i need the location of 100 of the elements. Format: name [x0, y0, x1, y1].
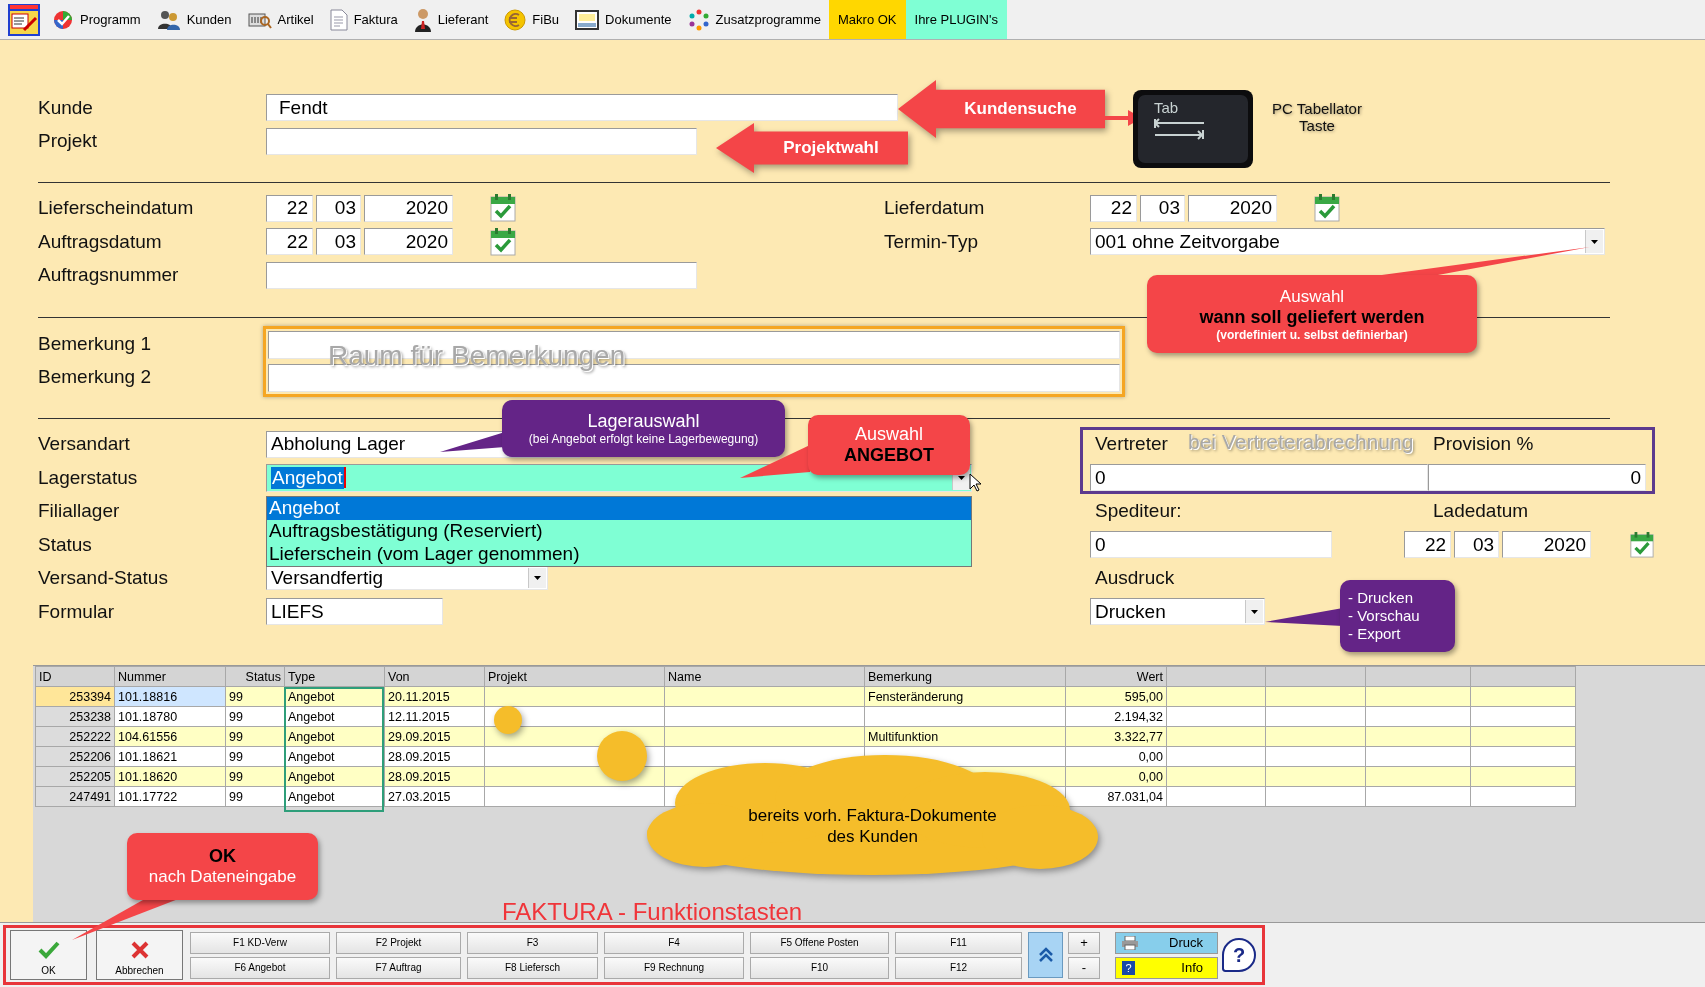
zoom-button[interactable]: +	[1068, 931, 1100, 954]
field-label: Versand-Status	[38, 567, 168, 588]
month-field[interactable]: 03	[316, 194, 361, 222]
scroll-up-button[interactable]	[1028, 932, 1063, 978]
field-label: Lieferdatum	[884, 197, 985, 218]
calendar-icon[interactable]	[1629, 529, 1655, 560]
dropdown-field[interactable]: Drucken	[1090, 598, 1265, 625]
info-button[interactable]: ? Info	[1115, 956, 1218, 979]
text-field[interactable]: 0	[1090, 464, 1428, 491]
callout-title: Lagerauswahl	[587, 411, 700, 432]
function-key-button[interactable]: F11	[895, 931, 1022, 954]
zoom-button[interactable]: -	[1068, 956, 1100, 979]
function-key-button[interactable]: F12	[895, 956, 1022, 979]
field-label: Spediteur:	[1095, 500, 1182, 521]
callout-text: nach Dateneingabe	[148, 867, 297, 887]
print-button[interactable]: Druck	[1115, 931, 1218, 954]
function-key-button[interactable]: F8 Liefersch	[467, 956, 598, 979]
cursor-icon	[969, 472, 981, 492]
table-cell: 247491	[35, 786, 115, 807]
close-icon	[130, 941, 149, 959]
function-key-button[interactable]: F4	[604, 931, 744, 954]
dropdown-field[interactable]: Versandfertig	[266, 566, 548, 590]
day-field[interactable]: 22	[266, 194, 313, 222]
text-field[interactable]	[266, 261, 697, 289]
column-header[interactable]: Name	[664, 666, 865, 687]
menu-item[interactable]: Makro OK	[829, 0, 906, 39]
column-header[interactable]: Wert	[1065, 666, 1167, 687]
help-button[interactable]: ?	[1222, 938, 1256, 972]
column-header[interactable]: Bemerkung	[864, 666, 1066, 687]
month-field[interactable]: 03	[1454, 531, 1500, 558]
app-logo[interactable]	[8, 4, 40, 36]
menu-item[interactable]: Lieferant	[405, 0, 497, 39]
menu-item[interactable]: Faktura	[321, 0, 406, 39]
text-field[interactable]	[266, 127, 697, 155]
callout-text: - Export	[1348, 625, 1401, 643]
field-label: Bemerkung 1	[38, 333, 151, 355]
column-header[interactable]: Type	[284, 666, 385, 687]
dropdown-option[interactable]: Angebot	[267, 496, 971, 520]
color-wheel-icon	[52, 8, 74, 31]
calendar-icon[interactable]	[489, 193, 517, 223]
column-header[interactable]: Von	[384, 666, 485, 687]
callout-text: ANGEBOT	[844, 445, 934, 466]
year-field[interactable]: 2020	[364, 194, 453, 222]
menu-item[interactable]: Zusatzprogramme	[679, 0, 829, 39]
field-label: Versandart	[38, 433, 130, 454]
month-field[interactable]: 03	[1140, 194, 1185, 222]
menu-item[interactable]: Programm	[44, 0, 149, 39]
function-key-button[interactable]: F1 KD-Verw	[190, 931, 330, 954]
menu-item[interactable]: Dokumente	[567, 0, 680, 39]
dropdown-option[interactable]: Auftragsbestätigung (Reserviert)	[267, 519, 971, 543]
column-header[interactable]: ID	[35, 666, 115, 687]
function-key-button[interactable]: F9 Rechnung	[604, 956, 744, 979]
check-icon	[37, 941, 60, 959]
text-field[interactable]: Fendt	[266, 94, 898, 121]
column-header[interactable]: Nummer	[114, 666, 226, 687]
text-cursor	[343, 467, 346, 488]
coin-icon	[504, 8, 527, 31]
year-field[interactable]: 2020	[1502, 531, 1592, 558]
menu-item[interactable]: FiBu	[496, 0, 568, 39]
menu-item[interactable]: Kunden	[148, 0, 240, 39]
function-key-button[interactable]: F2 Projekt	[336, 931, 461, 954]
calendar-icon[interactable]	[489, 226, 517, 257]
callout-title: Auswahl	[854, 424, 923, 445]
day-field[interactable]: 22	[266, 228, 313, 255]
people-icon	[156, 8, 181, 31]
ok-button[interactable]: OK	[10, 930, 87, 980]
callout-text: - Drucken	[1348, 589, 1414, 607]
function-key-button[interactable]: F10	[750, 956, 889, 979]
cancel-button[interactable]: Abbrechen	[96, 930, 183, 980]
day-field[interactable]: 22	[1090, 194, 1137, 222]
caption-text: PC Tabellator Taste	[1271, 100, 1363, 134]
double-chevron-icon	[1037, 947, 1054, 963]
calendar-icon[interactable]	[1313, 193, 1341, 223]
field-label: Projekt	[38, 130, 98, 151]
text-field[interactable]: LIEFS	[266, 598, 443, 625]
callout-text: bereits vorh. Faktura-Dokumente	[748, 805, 997, 826]
function-key-button[interactable]: F5 Offene Posten	[750, 931, 889, 954]
menu-item[interactable]: Artikel	[239, 0, 322, 39]
column-header[interactable]: Projekt	[484, 666, 665, 687]
year-field[interactable]: 2020	[364, 228, 453, 255]
callout-note: (vordefiniert u. selbst definierbar)	[1216, 327, 1408, 342]
function-key-button[interactable]: F6 Angebot	[190, 956, 330, 979]
text-field[interactable]: 0	[1428, 464, 1646, 491]
field-label: Auftragsnummer	[38, 264, 179, 285]
day-field[interactable]: 22	[1404, 531, 1452, 558]
function-key-button[interactable]: F3	[467, 931, 598, 954]
dropdown-field[interactable]: 001 ohne Zeitvorgabe	[1090, 228, 1605, 255]
function-key-button[interactable]: F7 Auftrag	[336, 956, 461, 979]
tab-arrows-icon	[1154, 118, 1204, 140]
month-field[interactable]: 03	[316, 228, 361, 255]
callout-text: Kundensuche	[963, 98, 1078, 120]
field-label: Ausdruck	[1095, 567, 1175, 589]
menu-item[interactable]: Ihre PLUGIN's	[905, 0, 1007, 39]
text-field[interactable]: 0	[1090, 531, 1332, 558]
column-header[interactable]: Status	[225, 666, 285, 687]
info-icon: ?	[1122, 960, 1135, 975]
year-field[interactable]: 2020	[1188, 194, 1277, 222]
field-label: Lagerstatus	[38, 466, 138, 488]
key-label: Tab	[1154, 99, 1180, 116]
dropdown-option[interactable]: Lieferschein (vom Lager genommen)	[267, 542, 971, 566]
